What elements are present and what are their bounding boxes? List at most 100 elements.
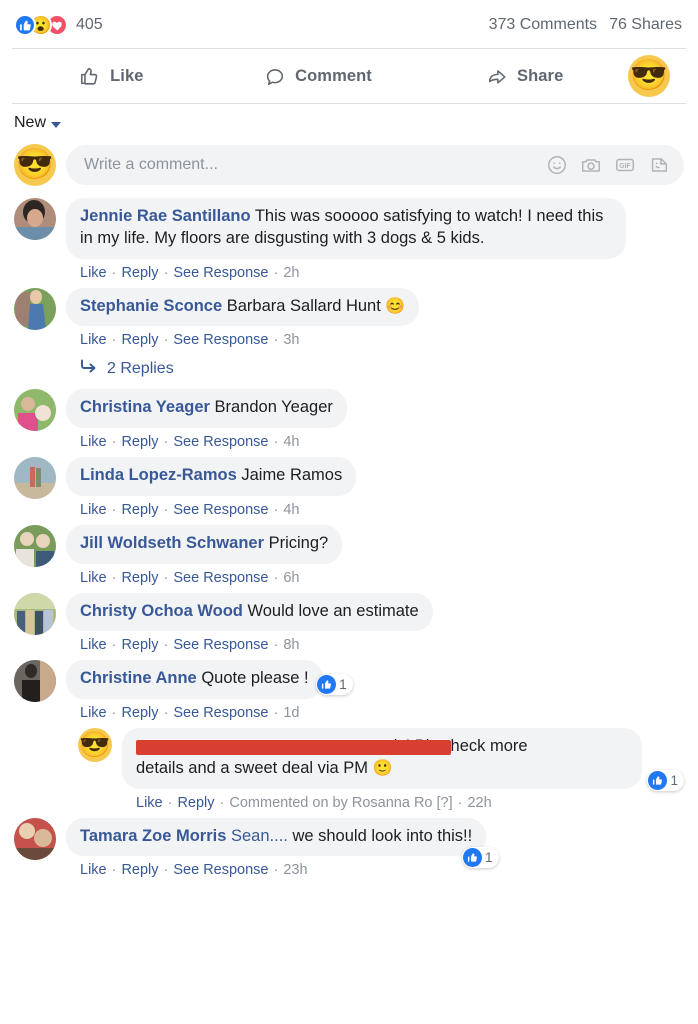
- gif-icon[interactable]: GIF: [614, 154, 636, 176]
- meta-separator: ·: [273, 501, 279, 518]
- avatar[interactable]: [14, 817, 56, 860]
- comment-like-action[interactable]: Like: [80, 265, 107, 281]
- comments-count[interactable]: 373 Comments: [489, 16, 598, 34]
- meta-separator: ·: [273, 637, 279, 654]
- camera-icon[interactable]: [580, 154, 602, 176]
- avatar[interactable]: [14, 457, 56, 500]
- comment-item: Jill Woldseth Schwaner Pricing? Like · R…: [14, 524, 684, 586]
- redaction-bar: [136, 740, 451, 756]
- see-response-action[interactable]: See Response: [173, 570, 268, 586]
- comment-reply-action[interactable]: Reply: [121, 705, 158, 721]
- like-badge-count: 1: [485, 850, 493, 866]
- avatar[interactable]: [14, 524, 56, 567]
- comment-author[interactable]: Tamara Zoe Morris: [80, 827, 226, 845]
- viewer-avatar[interactable]: 😎: [628, 55, 671, 97]
- see-response-action[interactable]: See Response: [173, 862, 268, 878]
- emoji-icon[interactable]: [546, 154, 568, 176]
- svg-text:GIF: GIF: [619, 163, 631, 170]
- comment-reply-action[interactable]: Reply: [121, 570, 158, 586]
- comment-text: we should look into this!!: [287, 826, 473, 845]
- avatar[interactable]: [14, 592, 56, 635]
- avatar[interactable]: [14, 389, 56, 432]
- view-replies-label[interactable]: 2 Replies: [107, 360, 174, 378]
- smiley-emoji: 😊: [385, 297, 406, 315]
- avatar[interactable]: [14, 198, 56, 240]
- meta-separator: ·: [111, 501, 117, 518]
- comment-author[interactable]: Linda Lopez-Ramos: [80, 466, 237, 484]
- comment-text: Quote please !: [196, 669, 309, 688]
- comment-like-action[interactable]: Like: [80, 705, 107, 721]
- comment-like-action[interactable]: Like: [80, 332, 107, 348]
- comment-author[interactable]: Christina Yeager: [80, 398, 210, 416]
- comment-item: Stephanie Sconce Barbara Sallard Hunt 😊 …: [14, 287, 684, 348]
- comment-body: Christina Yeager Brandon Yeager Like · R…: [66, 389, 684, 450]
- comment-reply-action[interactable]: Reply: [177, 795, 214, 811]
- see-response-action[interactable]: See Response: [173, 332, 268, 348]
- comment-like-action[interactable]: Like: [80, 570, 107, 586]
- comment-body: Linda Lopez-Ramos Jaime Ramos Like · Rep…: [66, 457, 684, 518]
- viewer-avatar-slot[interactable]: 😎: [628, 55, 690, 97]
- comment-author[interactable]: Stephanie Sconce: [80, 297, 222, 315]
- comment-reply-action[interactable]: Reply: [121, 862, 158, 878]
- meta-separator: ·: [111, 637, 117, 654]
- avatar[interactable]: [14, 660, 56, 703]
- meta-separator: ·: [111, 434, 117, 451]
- comment-like-badge[interactable]: 1: [462, 847, 499, 869]
- comment-author[interactable]: Jennie Rae Santillano: [80, 207, 251, 225]
- like-button[interactable]: Like: [8, 49, 215, 103]
- reaction-icon-group[interactable]: 😮: [14, 14, 68, 36]
- comment-timestamp: 23h: [283, 862, 308, 879]
- comment-like-action[interactable]: Like: [80, 637, 107, 653]
- like-reaction-icon: [14, 14, 36, 36]
- comment-button[interactable]: Comment: [215, 49, 422, 103]
- comment-reply-action[interactable]: Reply: [121, 434, 158, 450]
- comment-like-action[interactable]: Like: [136, 795, 163, 811]
- meta-separator: ·: [163, 637, 169, 654]
- comment-timestamp: 2h: [283, 264, 300, 281]
- comment-author[interactable]: Christy Ochoa Wood: [80, 602, 243, 620]
- comment-author[interactable]: Christine Anne: [80, 669, 197, 687]
- comment-timestamp: 3h: [283, 332, 300, 349]
- comment-like-action[interactable]: Like: [80, 502, 107, 518]
- comment-like-action[interactable]: Like: [80, 434, 107, 450]
- comment-author[interactable]: Jill Woldseth Schwaner: [80, 534, 264, 552]
- comment-text: Pricing?: [264, 533, 329, 552]
- view-replies-row[interactable]: 2 Replies: [14, 355, 684, 389]
- comment-mention[interactable]: Sean....: [231, 827, 288, 845]
- meta-separator: ·: [111, 332, 117, 349]
- comment-reply-action[interactable]: Reply: [121, 502, 158, 518]
- see-response-action[interactable]: See Response: [173, 502, 268, 518]
- share-button[interactable]: Share: [421, 49, 628, 103]
- comment-like-badge[interactable]: 1: [316, 674, 353, 696]
- reaction-summary-left[interactable]: 😮 405: [14, 14, 103, 36]
- thumbs-up-icon: [648, 770, 668, 790]
- see-response-action[interactable]: See Response: [173, 265, 268, 281]
- see-response-action[interactable]: See Response: [173, 637, 268, 653]
- meta-separator: ·: [111, 862, 117, 879]
- bubble-wrap: Christine Anne Quote please ! 1: [66, 660, 353, 700]
- reply-like-badge[interactable]: 1: [647, 769, 684, 791]
- meta-separator: ·: [163, 434, 169, 451]
- comment-reply-action[interactable]: Reply: [121, 265, 158, 281]
- share-button-label: Share: [517, 66, 564, 85]
- comment-body: Jennie Rae Santillano This was sooooo sa…: [66, 198, 684, 281]
- comment-input-box[interactable]: Write a comment... GIF: [66, 145, 684, 185]
- comment-timestamp: 6h: [283, 569, 300, 586]
- reply-avatar[interactable]: 😎: [78, 728, 112, 763]
- see-response-action[interactable]: See Response: [173, 434, 268, 450]
- comment-item: Christy Ochoa Wood Would love an estimat…: [14, 592, 684, 654]
- sticker-icon[interactable]: [648, 154, 670, 176]
- shares-count[interactable]: 76 Shares: [609, 16, 682, 34]
- comment-sort-dropdown[interactable]: New: [0, 104, 698, 138]
- comment-timestamp: 4h: [283, 501, 300, 518]
- comment-meta: Like · Reply · See Response · 3h: [66, 326, 684, 348]
- comment-text: Barbara Sallard Hunt: [222, 296, 386, 315]
- composer-icon-group: GIF: [546, 154, 670, 176]
- smiley-emoji: 🙂: [372, 759, 393, 777]
- see-response-action[interactable]: See Response: [173, 705, 268, 721]
- share-arrow-icon: [486, 65, 508, 87]
- comment-reply-action[interactable]: Reply: [121, 637, 158, 653]
- comment-like-action[interactable]: Like: [80, 862, 107, 878]
- comment-reply-action[interactable]: Reply: [121, 332, 158, 348]
- avatar[interactable]: [14, 287, 56, 330]
